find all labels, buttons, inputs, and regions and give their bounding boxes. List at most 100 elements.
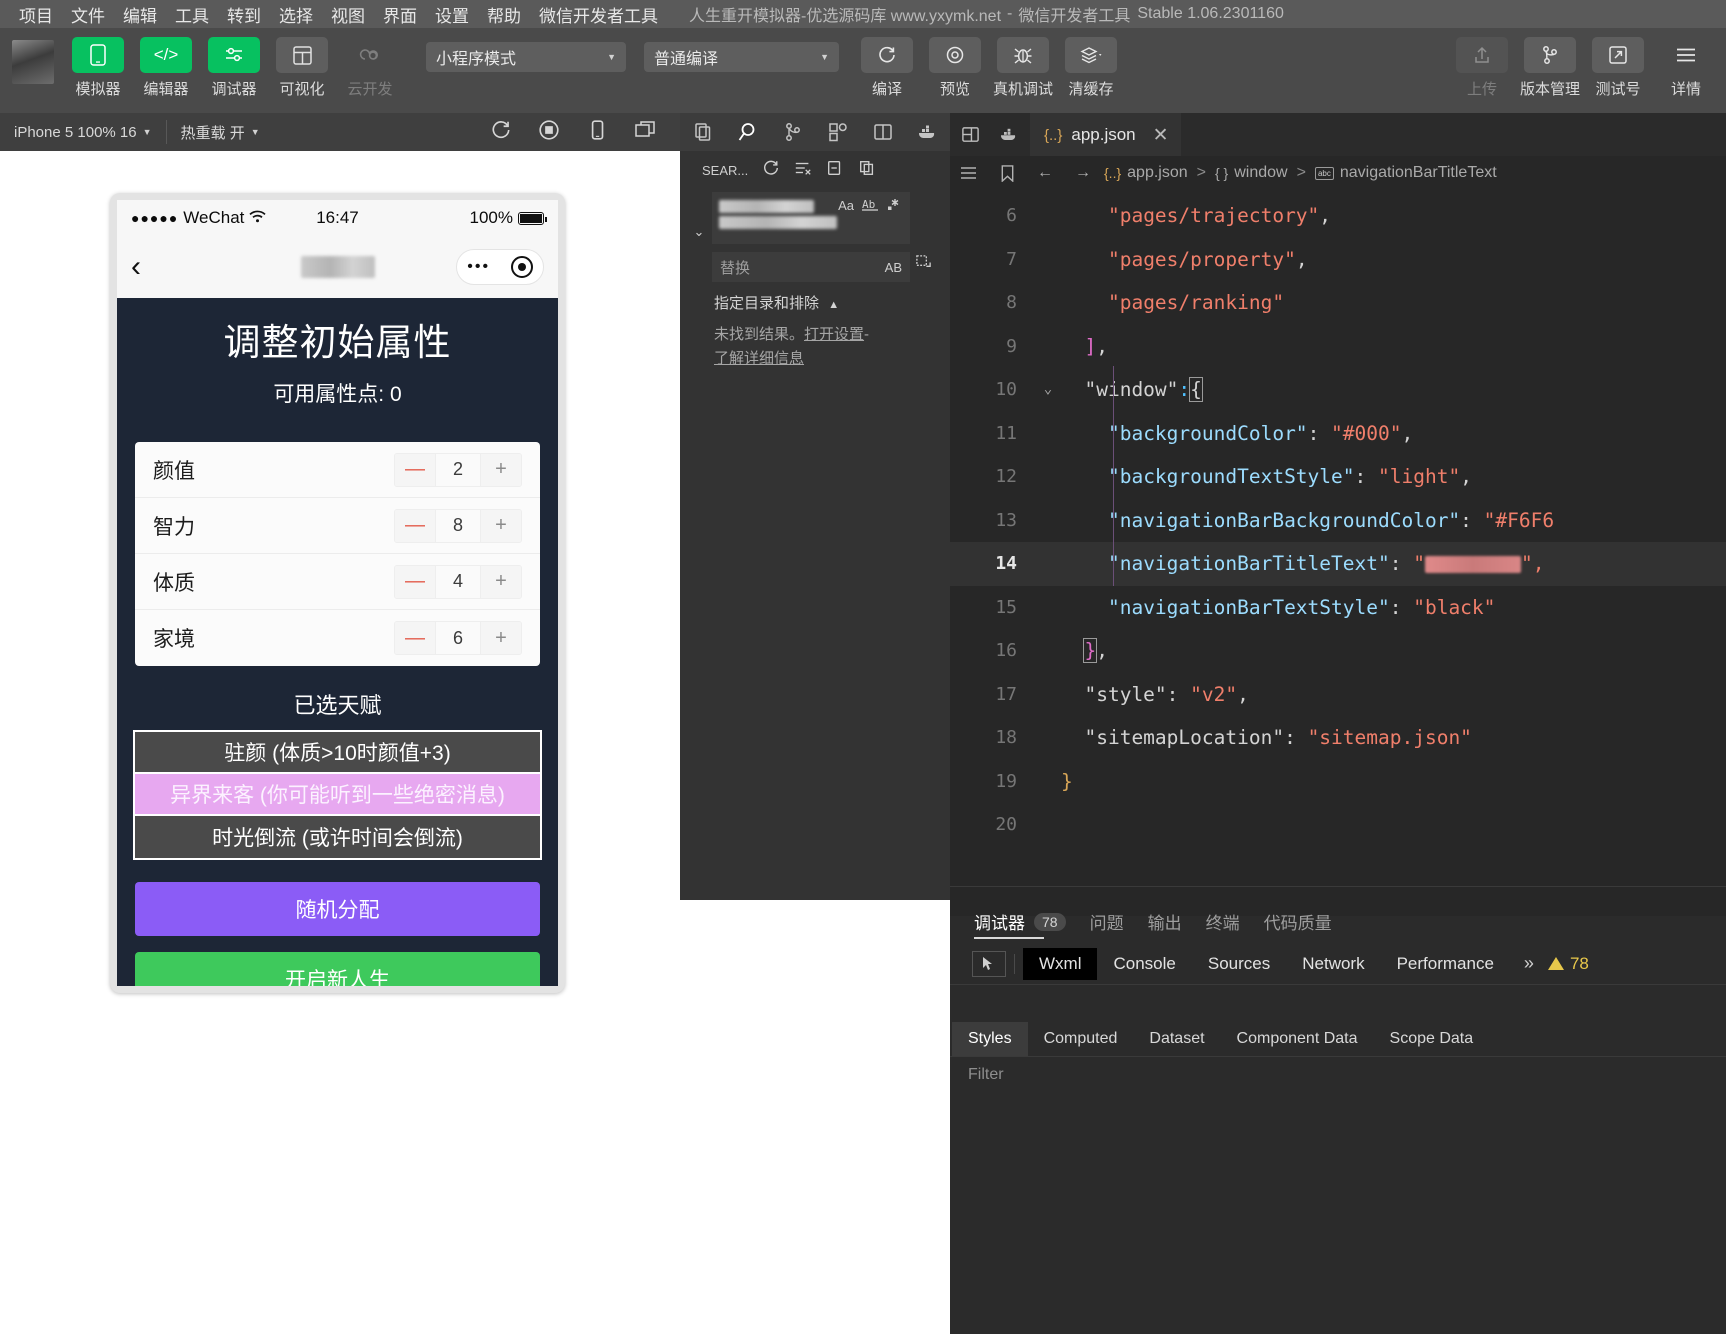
menu-item-help[interactable]: 帮助 — [478, 2, 530, 27]
refresh-icon[interactable] — [490, 119, 512, 145]
tab-console[interactable]: Console — [1097, 948, 1191, 980]
menu-item-select[interactable]: 选择 — [270, 2, 322, 27]
stepper-minus-button[interactable]: — — [395, 622, 435, 654]
tab-debugger[interactable]: 调试器 78 — [974, 900, 1066, 943]
stepper-plus-button[interactable]: + — [481, 566, 521, 598]
fold-chevron-icon[interactable]: ⌄ — [1035, 368, 1061, 412]
list-item[interactable]: 驻颜 (体质>10时颜值+3) — [135, 732, 540, 774]
toolbar-button-editor[interactable]: </> 编辑器 — [132, 37, 200, 99]
split-layout-icon[interactable] — [950, 113, 990, 156]
search-input[interactable]: Aa Ab — [712, 192, 910, 244]
menu-item-devtools[interactable]: 微信开发者工具 — [530, 2, 667, 27]
subtab-scope-data[interactable]: Scope Data — [1374, 1022, 1490, 1056]
editor-tab-appjson[interactable]: {..} app.json ✕ — [1030, 113, 1181, 156]
breadcrumb-item-window[interactable]: { } window — [1213, 164, 1290, 182]
toolbar-button-version[interactable]: 版本管理 — [1516, 37, 1584, 99]
toolbar-button-debugger[interactable]: 调试器 — [200, 37, 268, 99]
replace-input[interactable]: 替换 AB — [712, 252, 910, 282]
back-arrow-icon[interactable]: ← — [1026, 156, 1064, 190]
use-regex-icon[interactable] — [887, 197, 903, 214]
toolbar-button-details[interactable]: 详情 — [1652, 37, 1720, 99]
stepper-minus-button[interactable]: — — [395, 566, 435, 598]
close-icon[interactable]: ✕ — [1153, 124, 1169, 147]
explorer-icon[interactable] — [680, 113, 725, 151]
stepper-plus-button[interactable]: + — [481, 454, 521, 486]
menu-item-project[interactable]: 项目 — [10, 2, 62, 27]
toolbar-button-preview[interactable]: 预览 — [921, 37, 989, 99]
forward-arrow-icon[interactable]: → — [1064, 156, 1102, 190]
toggle-replace-icon[interactable]: ⌄ — [686, 192, 712, 240]
match-case-icon[interactable]: Aa — [838, 198, 854, 213]
tab-terminal[interactable]: 终端 — [1206, 900, 1240, 943]
learn-more-link[interactable]: 了解详细信息 — [714, 350, 804, 367]
stepper-minus-button[interactable]: — — [395, 510, 435, 542]
toolbar-button-visual[interactable]: 可视化 — [268, 37, 336, 99]
tab-sources[interactable]: Sources — [1192, 948, 1286, 980]
subtab-styles[interactable]: Styles — [952, 1022, 1028, 1056]
tab-problems[interactable]: 问题 — [1090, 900, 1124, 943]
more-tabs-icon[interactable]: » — [1510, 953, 1548, 974]
subtab-computed[interactable]: Computed — [1028, 1022, 1134, 1056]
menu-item-file[interactable]: 文件 — [62, 2, 114, 27]
menu-item-goto[interactable]: 转到 — [218, 2, 270, 27]
window-icon[interactable] — [634, 119, 658, 145]
list-item[interactable]: 异界来客 (你可能听到一些绝密消息) — [135, 774, 540, 816]
stop-icon[interactable] — [538, 119, 560, 145]
toolbar-button-realdevice[interactable]: 真机调试 — [989, 37, 1057, 99]
menu-item-tools[interactable]: 工具 — [166, 2, 218, 27]
refresh-search-icon[interactable] — [762, 159, 780, 182]
extensions-icon[interactable] — [815, 113, 860, 151]
compile-select[interactable]: 普通编译 ▼ — [644, 42, 839, 72]
toolbar-button-testaccount[interactable]: 测试号 — [1584, 37, 1652, 99]
menu-item-ui[interactable]: 界面 — [374, 2, 426, 27]
bookmark-icon[interactable] — [988, 156, 1026, 190]
new-search-editor-icon[interactable] — [858, 159, 876, 182]
toolbar-button-upload[interactable]: 上传 — [1448, 37, 1516, 99]
inspect-element-icon[interactable] — [972, 951, 1006, 977]
breadcrumb-item-title[interactable]: abc navigationBarTitleText — [1313, 164, 1499, 182]
user-avatar[interactable] — [12, 40, 54, 84]
code-area[interactable]: 6 "pages/trajectory", 7 "pages/property"… — [950, 190, 1726, 847]
start-life-button[interactable]: 开启新人生 — [135, 952, 540, 986]
toolbar-button-simulator[interactable]: 模拟器 — [64, 37, 132, 99]
docker-icon[interactable] — [990, 113, 1030, 156]
rotate-icon[interactable] — [586, 119, 608, 145]
outline-icon[interactable] — [950, 156, 988, 190]
toolbar-button-clearcache[interactable]: 清缓存 — [1057, 37, 1125, 99]
preserve-case-icon[interactable]: AB — [885, 260, 902, 275]
warning-count[interactable]: 78 — [1548, 954, 1589, 974]
stepper-minus-button[interactable]: — — [395, 454, 435, 486]
docker-icon[interactable] — [905, 113, 950, 151]
replace-all-icon[interactable] — [910, 192, 936, 276]
collapse-all-icon[interactable] — [826, 159, 844, 182]
subtab-dataset[interactable]: Dataset — [1133, 1022, 1220, 1056]
menu-item-edit[interactable]: 编辑 — [114, 2, 166, 27]
tab-wxml[interactable]: Wxml — [1023, 948, 1097, 980]
include-exclude-toggle[interactable]: 指定目录和排除 ▲ — [680, 282, 950, 313]
filter-input[interactable]: Filter — [950, 1056, 1726, 1092]
clear-search-icon[interactable] — [794, 159, 812, 182]
menu-item-settings[interactable]: 设置 — [426, 2, 478, 27]
match-word-icon[interactable]: Ab — [862, 198, 879, 214]
search-icon[interactable] — [725, 113, 770, 151]
list-item[interactable]: 时光倒流 (或许时间会倒流) — [135, 816, 540, 858]
breadcrumb-item-file[interactable]: {..} app.json — [1102, 164, 1190, 182]
open-settings-link[interactable]: 打开设置 — [804, 326, 864, 343]
hot-reload-select[interactable]: 热重载 开 ▼ — [167, 113, 274, 151]
split-editor-icon[interactable] — [860, 113, 905, 151]
menu-item-view[interactable]: 视图 — [322, 2, 374, 27]
panel-splitter[interactable] — [950, 886, 1726, 916]
random-assign-button[interactable]: 随机分配 — [135, 882, 540, 936]
tab-performance[interactable]: Performance — [1381, 948, 1510, 980]
stepper-plus-button[interactable]: + — [481, 622, 521, 654]
subtab-component-data[interactable]: Component Data — [1221, 1022, 1374, 1056]
source-control-icon[interactable] — [770, 113, 815, 151]
stepper-plus-button[interactable]: + — [481, 510, 521, 542]
toolbar-button-compile[interactable]: 编译 — [853, 37, 921, 99]
tab-codequality[interactable]: 代码质量 — [1264, 900, 1332, 943]
mode-select[interactable]: 小程序模式 ▼ — [426, 42, 626, 72]
device-select[interactable]: iPhone 5 100% 16 ▼ — [0, 113, 166, 151]
tab-output[interactable]: 输出 — [1148, 900, 1182, 943]
toolbar-button-cloud[interactable]: 云开发 — [336, 37, 404, 99]
tab-network[interactable]: Network — [1286, 948, 1380, 980]
